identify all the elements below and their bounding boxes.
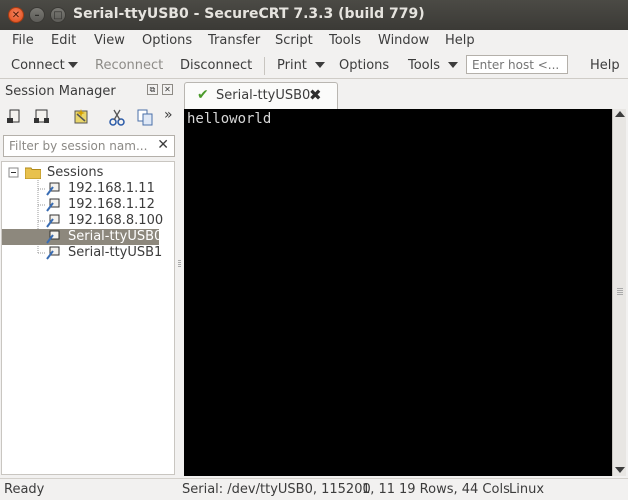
session-item[interactable]: 192.168.1.12 [46,197,166,213]
tab-label: Serial-ttyUSB0 [216,88,311,103]
connect-button[interactable]: Connect [11,58,65,73]
tree-root-sessions[interactable]: Sessions [47,165,103,181]
status-serial: Serial: /dev/ttyUSB0, 115200 [182,482,371,497]
status-size: 19 Rows, 44 Cols [399,482,510,497]
connect-session-icon[interactable] [6,108,24,126]
window-minimize-button[interactable]: – [29,7,45,23]
title-bar: ✕ – □ Serial-ttyUSB0 - SecureCRT 7.3.3 (… [0,0,628,30]
menu-tools[interactable]: Tools [329,33,361,48]
window-close-button[interactable]: ✕ [8,7,24,23]
window-title: Serial-ttyUSB0 - SecureCRT 7.3.3 (build … [73,6,425,22]
toolbar-separator [264,57,265,75]
serial-session-icon [46,246,60,260]
session-label: 192.168.1.11 [68,181,155,196]
session-filter-input[interactable]: Filter by session nam... ✕ [3,135,175,157]
menu-window[interactable]: Window [378,33,429,48]
close-icon[interactable]: ✖ [309,86,322,104]
float-panel-icon[interactable]: ⧉ [147,84,158,95]
disconnect-button[interactable]: Disconnect [180,58,252,73]
status-cursor: 1, 11 [362,482,396,497]
tools-dropdown-icon[interactable] [448,62,458,68]
menu-file[interactable]: File [12,33,34,48]
session-item-selected[interactable]: Serial-ttyUSB0 [2,229,163,245]
help-button[interactable]: Help [590,58,620,73]
status-bar: Ready Serial: /dev/ttyUSB0, 115200 1, 11… [0,478,628,500]
tab-serial-ttyusb0[interactable]: ✔ Serial-ttyUSB0 ✖ [184,82,338,109]
filter-placeholder: Filter by session nam... [9,139,148,153]
close-panel-icon[interactable]: ✕ [162,84,173,95]
session-item[interactable]: 192.168.1.11 [46,181,166,197]
session-icon [46,182,60,196]
session-label: 192.168.8.100 [68,213,164,228]
copy-icon[interactable] [136,108,154,126]
serial-session-icon [46,230,60,244]
status-os: Linux [509,482,545,497]
scroll-up-icon[interactable] [615,111,625,117]
session-manager-toolbar: » [0,103,178,131]
connect-in-tab-icon[interactable] [33,108,51,126]
menu-options[interactable]: Options [142,33,192,48]
window-maximize-button[interactable]: □ [50,7,66,23]
menu-transfer[interactable]: Transfer [208,33,260,48]
new-session-icon[interactable] [72,108,90,126]
session-icon [46,214,60,228]
print-button[interactable]: Print [277,58,307,73]
session-label: 192.168.1.12 [68,197,155,212]
session-icon [46,198,60,212]
scroll-down-icon[interactable] [615,467,625,473]
status-ready: Ready [4,482,45,497]
session-item[interactable]: Serial-ttyUSB1 [46,245,166,261]
more-tools-icon[interactable]: » [164,107,173,123]
connect-dropdown-icon[interactable] [68,62,78,68]
session-tree: Sessions 192.168.1.11 192.168.1.12 192.1… [1,161,175,475]
terminal-output: helloworld [187,111,272,127]
clear-filter-icon[interactable]: ✕ [157,137,169,153]
scrollbar-grip[interactable] [617,288,623,296]
menu-view[interactable]: View [94,33,125,48]
menu-bar: File Edit View Options Transfer Script T… [0,30,628,52]
print-dropdown-icon[interactable] [315,62,325,68]
check-icon: ✔ [197,87,209,103]
reconnect-button[interactable]: Reconnect [95,58,163,73]
splitter-handle[interactable] [178,260,181,268]
terminal[interactable]: helloworld [184,109,614,476]
session-item[interactable]: 192.168.8.100 [46,213,166,229]
menu-help[interactable]: Help [445,33,475,48]
menu-edit[interactable]: Edit [51,33,76,48]
session-label: Serial-ttyUSB1 [68,245,163,260]
tools-button[interactable]: Tools [408,58,440,73]
folder-icon [25,167,41,179]
cut-icon[interactable] [108,108,126,126]
menu-script[interactable]: Script [275,33,313,48]
session-manager-title: Session Manager [5,84,116,99]
session-label: Serial-ttyUSB0 [68,229,163,244]
options-button[interactable]: Options [339,58,389,73]
host-input[interactable] [466,55,568,74]
